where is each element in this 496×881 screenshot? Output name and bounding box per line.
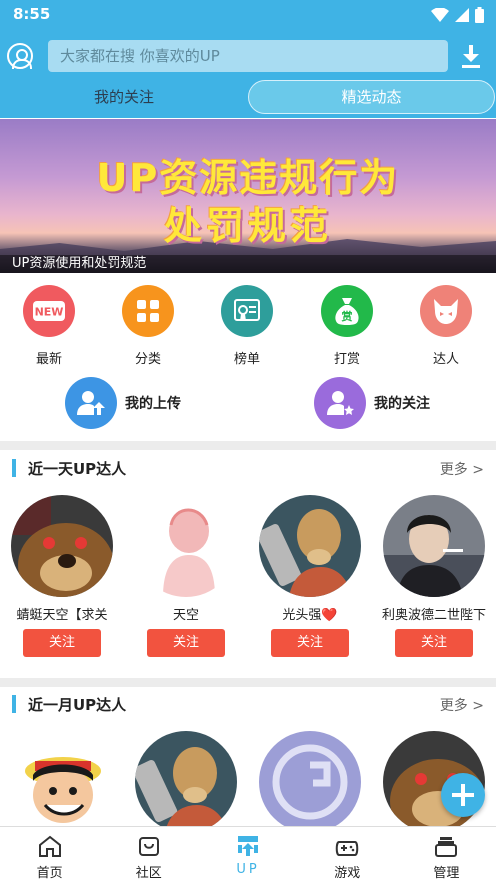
uploader-card[interactable] <box>131 731 241 833</box>
search-input[interactable]: 大家都在搜 你喜欢的UP <box>48 40 448 72</box>
svg-text:NEW: NEW <box>35 306 64 319</box>
section-divider <box>0 678 496 687</box>
uploader-name: 蜻蜓天空【求关 <box>16 608 108 623</box>
user-upload-icon <box>65 377 117 429</box>
uploader-avatar[interactable] <box>11 495 113 597</box>
nav-manage[interactable]: 管理 <box>397 827 496 881</box>
uploader-avatar[interactable] <box>259 731 361 833</box>
wifi-icon <box>431 8 449 22</box>
bottom-nav: 首页 社区 UP 游戏 管理 <box>0 826 496 881</box>
svg-text:赏: 赏 <box>342 309 353 323</box>
banner-caption: UP资源使用和处罚规范 <box>0 255 496 273</box>
category-label: 分类 <box>134 352 161 367</box>
status-bar: 8:55 <box>0 0 496 30</box>
my-follows-link[interactable]: 我的关注 <box>314 377 430 429</box>
category-label: 榜单 <box>233 352 260 367</box>
nav-label: 社区 <box>135 866 162 881</box>
follow-button[interactable]: 关注 <box>23 629 101 657</box>
uploader-card[interactable] <box>7 731 117 833</box>
section-accent <box>12 695 16 713</box>
category-experts[interactable]: 达人 <box>406 285 486 367</box>
manage-icon <box>435 837 458 857</box>
new-badge-icon: NEW <box>23 285 75 337</box>
category-ranking[interactable]: 榜单 <box>207 285 287 367</box>
nav-home[interactable]: 首页 <box>0 827 99 881</box>
my-uploads-link[interactable]: 我的上传 <box>65 377 181 429</box>
follow-button[interactable]: 关注 <box>271 629 349 657</box>
monthly-more-link[interactable]: 更多 > <box>440 695 484 715</box>
uploader-card[interactable] <box>255 731 365 833</box>
nav-label: 游戏 <box>334 866 361 881</box>
profile-icon[interactable] <box>7 43 33 69</box>
uploader-avatar[interactable] <box>11 731 113 833</box>
uploader-card[interactable]: 利奥波德二世陛下 关注 <box>379 495 489 657</box>
my-follows-label: 我的关注 <box>374 396 430 412</box>
daily-more-link[interactable]: 更多 > <box>440 459 484 479</box>
section-divider <box>0 441 496 450</box>
tab-featured[interactable]: 精选动态 <box>248 80 495 114</box>
nav-label: UP <box>236 862 260 877</box>
devil-face-icon <box>420 285 472 337</box>
uploader-avatar[interactable] <box>135 495 237 597</box>
battery-icon <box>475 7 484 23</box>
money-bag-icon: 赏 <box>321 285 373 337</box>
follow-button[interactable]: 关注 <box>395 629 473 657</box>
banner-title-line2: 处罚规范 <box>163 204 332 248</box>
nav-up[interactable]: UP <box>198 827 297 881</box>
uploader-avatar[interactable] <box>383 495 485 597</box>
status-icons <box>431 6 484 24</box>
uploader-name: 天空 <box>172 608 199 623</box>
tab-my-follow[interactable]: 我的关注 <box>0 80 248 114</box>
nav-label: 管理 <box>433 866 460 881</box>
category-classify[interactable]: 分类 <box>108 285 188 367</box>
uploader-name: 利奥波德二世陛下 <box>381 608 486 623</box>
my-uploads-label: 我的上传 <box>125 396 181 412</box>
gamepad-icon <box>335 841 359 856</box>
banner[interactable]: UP资源违规行为 处罚规范 <box>0 119 496 273</box>
category-reward[interactable]: 赏 打赏 <box>307 285 387 367</box>
category-latest[interactable]: NEW 最新 <box>9 285 89 367</box>
monthly-section-title: 近一月UP达人 <box>28 696 127 714</box>
daily-section-title: 近一天UP达人 <box>28 460 127 478</box>
grid-icon <box>122 285 174 337</box>
uploader-name: 光头强❤️ <box>282 608 338 623</box>
uploader-card[interactable]: 天空 关注 <box>131 495 241 657</box>
category-label: 最新 <box>35 352 62 367</box>
download-icon[interactable] <box>460 44 482 68</box>
nav-community[interactable]: 社区 <box>99 827 198 881</box>
section-accent <box>12 459 16 477</box>
uploader-avatar[interactable] <box>259 495 361 597</box>
up-icon <box>238 836 258 856</box>
app-header: 8:55 大家都在搜 你喜欢的UP 我的关注 精选动态 <box>0 0 496 118</box>
follow-button[interactable]: 关注 <box>147 629 225 657</box>
nav-games[interactable]: 游戏 <box>298 827 397 881</box>
certificate-icon <box>221 285 273 337</box>
user-star-icon <box>314 377 366 429</box>
home-icon <box>38 835 61 857</box>
banner-title-line1: UP资源违规行为 <box>96 156 400 200</box>
category-label: 打赏 <box>333 352 360 367</box>
status-time: 8:55 <box>13 5 51 23</box>
category-label: 达人 <box>432 352 459 367</box>
add-fab-button[interactable] <box>441 773 485 817</box>
uploader-avatar[interactable] <box>135 731 237 833</box>
uploader-card[interactable]: 蜻蜓天空【求关 关注 <box>7 495 117 657</box>
nav-label: 首页 <box>36 866 63 881</box>
signal-icon <box>455 8 469 22</box>
community-icon <box>138 837 159 856</box>
uploader-card[interactable]: 光头强❤️ 关注 <box>255 495 365 657</box>
